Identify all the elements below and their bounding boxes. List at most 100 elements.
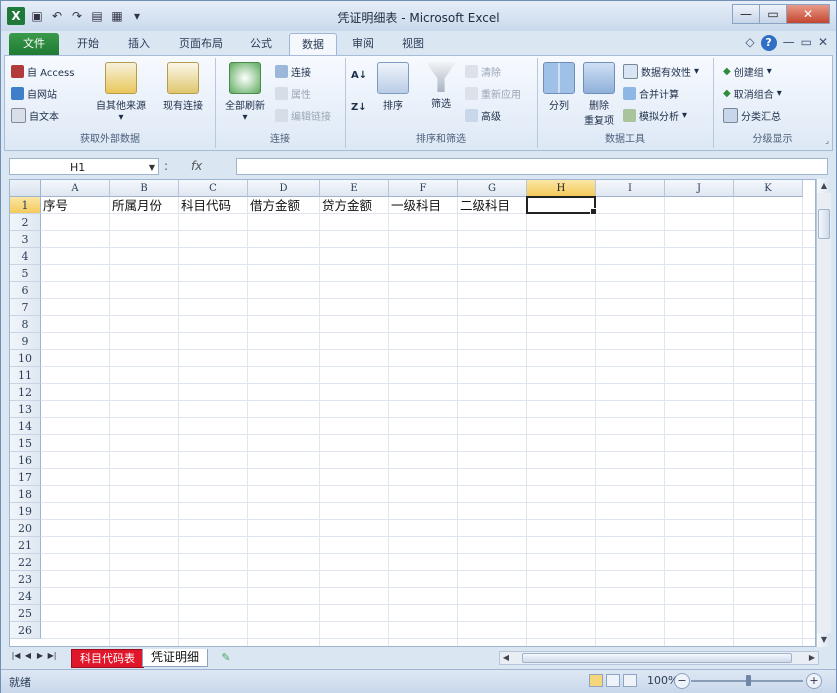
last-sheet-icon[interactable]: ▶| (47, 651, 57, 660)
row-header-23[interactable]: 23 (10, 571, 41, 588)
row-header-11[interactable]: 11 (10, 367, 41, 384)
tab-file[interactable]: 文件 (9, 33, 59, 55)
properties-button[interactable]: 属性 (275, 86, 311, 101)
maximize-button[interactable]: ▭ (759, 4, 787, 24)
ungroup-button[interactable]: ◆ 取消组合 ▾ (723, 86, 782, 101)
scroll-right-icon[interactable]: ▶ (806, 652, 818, 664)
column-header-d[interactable]: D (248, 180, 320, 197)
row-header-15[interactable]: 15 (10, 435, 41, 452)
zoom-out-icon[interactable]: − (674, 673, 690, 689)
minimize-button[interactable]: — (732, 4, 760, 24)
clear-filter-button[interactable]: 清除 (465, 64, 501, 79)
column-header-a[interactable]: A (41, 180, 110, 197)
tab-review[interactable]: 审阅 (341, 33, 385, 55)
row-header-24[interactable]: 24 (10, 588, 41, 605)
vertical-scroll-thumb[interactable] (818, 209, 830, 239)
refresh-all-button[interactable]: 全部刷新 ▾ (219, 62, 271, 123)
name-box[interactable]: H1 ▼ (9, 158, 159, 175)
doc-restore-icon[interactable]: ▭ (801, 35, 812, 51)
close-button[interactable]: ✕ (786, 4, 830, 24)
scroll-left-icon[interactable]: ◀ (500, 652, 512, 664)
from-access-button[interactable]: 自 Access (11, 64, 74, 79)
active-cell-h1[interactable] (526, 196, 597, 215)
row-header-3[interactable]: 3 (10, 231, 41, 248)
column-header-f[interactable]: F (389, 180, 458, 197)
vertical-scrollbar[interactable]: ▲ ▼ (816, 179, 831, 647)
row-header-13[interactable]: 13 (10, 401, 41, 418)
cell-f1[interactable]: 一级科目 (389, 197, 457, 214)
row-header-2[interactable]: 2 (10, 214, 41, 231)
row-header-4[interactable]: 4 (10, 248, 41, 265)
next-sheet-icon[interactable]: ▶ (35, 651, 45, 660)
tab-page-layout[interactable]: 页面布局 (169, 33, 233, 55)
prev-sheet-icon[interactable]: ◀ (23, 651, 33, 660)
page-break-view-icon[interactable] (623, 674, 637, 687)
connections-button[interactable]: 连接 (275, 64, 311, 79)
what-if-analysis-button[interactable]: 模拟分析 ▾ (623, 108, 687, 123)
formula-input[interactable] (236, 158, 828, 175)
normal-view-icon[interactable] (589, 674, 603, 687)
row-header-22[interactable]: 22 (10, 554, 41, 571)
row-header-18[interactable]: 18 (10, 486, 41, 503)
remove-duplicates-button[interactable]: 删除 重复项 (579, 62, 619, 127)
cell-e1[interactable]: 贷方金额 (320, 197, 388, 214)
insert-function-icon[interactable]: fx (191, 159, 202, 173)
row-header-14[interactable]: 14 (10, 418, 41, 435)
row-header-6[interactable]: 6 (10, 282, 41, 299)
column-header-b[interactable]: B (110, 180, 179, 197)
scroll-up-icon[interactable]: ▲ (817, 179, 831, 193)
outline-dialog-launcher-icon[interactable]: ⌟ (825, 136, 829, 145)
advanced-filter-button[interactable]: 高级 (465, 108, 501, 123)
column-header-g[interactable]: G (458, 180, 527, 197)
row-header-25[interactable]: 25 (10, 605, 41, 622)
cell-d1[interactable]: 借方金额 (248, 197, 319, 214)
column-header-i[interactable]: I (596, 180, 665, 197)
cell-a1[interactable]: 序号 (41, 197, 109, 214)
cell-b1[interactable]: 所属月份 (110, 197, 178, 214)
help-icon[interactable]: ? (760, 35, 777, 51)
reapply-button[interactable]: 重新应用 (465, 86, 521, 101)
sort-ascending-icon[interactable]: A↓ (351, 70, 367, 81)
row-header-8[interactable]: 8 (10, 316, 41, 333)
row-header-7[interactable]: 7 (10, 299, 41, 316)
sort-button[interactable]: 排序 (373, 62, 413, 112)
row-header-17[interactable]: 17 (10, 469, 41, 486)
scroll-down-icon[interactable]: ▼ (817, 633, 831, 647)
page-layout-view-icon[interactable] (606, 674, 620, 687)
column-header-e[interactable]: E (320, 180, 389, 197)
sheet-tab-subject-codes[interactable]: 科目代码表 (71, 649, 144, 668)
ribbon-minimize-icon[interactable]: ◇ (745, 35, 754, 51)
filter-button[interactable]: 筛选 (421, 62, 461, 110)
tab-data[interactable]: 数据 (289, 33, 337, 56)
consolidate-button[interactable]: 合并计算 (623, 86, 679, 101)
first-sheet-icon[interactable]: |◀ (11, 651, 21, 660)
horizontal-scroll-thumb[interactable] (522, 653, 792, 663)
data-validation-button[interactable]: 数据有效性 ▾ (623, 64, 699, 79)
tab-insert[interactable]: 插入 (117, 33, 161, 55)
column-header-c[interactable]: C (179, 180, 248, 197)
insert-sheet-icon[interactable]: ✎ (214, 649, 238, 666)
zoom-slider-knob[interactable] (746, 675, 751, 686)
from-web-button[interactable]: 自网站 (11, 86, 57, 101)
tab-formulas[interactable]: 公式 (239, 33, 283, 55)
sort-descending-icon[interactable]: Z↓ (351, 102, 367, 113)
row-header-12[interactable]: 12 (10, 384, 41, 401)
row-header-9[interactable]: 9 (10, 333, 41, 350)
horizontal-scrollbar[interactable]: ◀ ▶ (499, 651, 819, 665)
column-header-h[interactable]: H (527, 180, 596, 197)
subtotal-button[interactable]: 分类汇总 (723, 108, 781, 123)
cell-c1[interactable]: 科目代码 (179, 197, 247, 214)
row-header-19[interactable]: 19 (10, 503, 41, 520)
existing-connections-button[interactable]: 现有连接 (155, 62, 211, 112)
sheet-tab-voucher-details[interactable]: 凭证明细 (142, 649, 209, 667)
doc-close-icon[interactable]: ✕ (818, 35, 828, 51)
row-header-10[interactable]: 10 (10, 350, 41, 367)
column-header-j[interactable]: J (665, 180, 734, 197)
fill-handle[interactable] (590, 208, 597, 215)
text-to-columns-button[interactable]: 分列 (541, 62, 577, 112)
name-box-dropdown-icon[interactable]: ▼ (149, 159, 155, 176)
tab-home[interactable]: 开始 (67, 33, 109, 55)
row-header-21[interactable]: 21 (10, 537, 41, 554)
doc-minimize-icon[interactable]: — (783, 35, 795, 51)
tab-view[interactable]: 视图 (391, 33, 435, 55)
